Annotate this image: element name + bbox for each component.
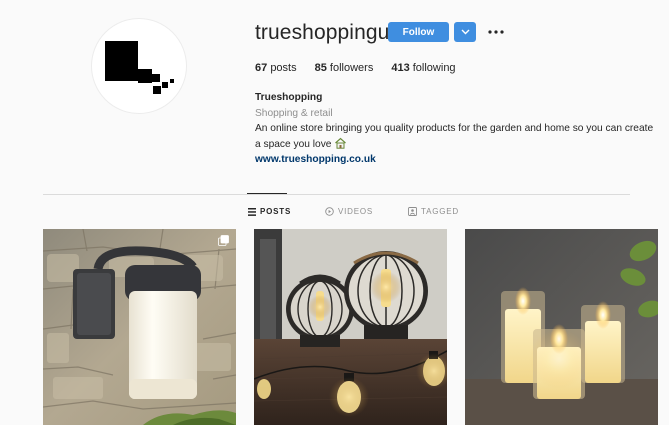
- tab-posts[interactable]: POSTS: [248, 207, 291, 216]
- post-thumbnail-lanterns[interactable]: [254, 229, 447, 425]
- suggested-dropdown-button[interactable]: [454, 22, 476, 42]
- posts-stat: 67 posts: [255, 62, 297, 74]
- profile-avatar[interactable]: [91, 18, 187, 114]
- posts-count: 67: [255, 62, 268, 74]
- house-icon: [335, 137, 347, 149]
- following-stat[interactable]: 413 following: [391, 62, 455, 74]
- profile-tabs: POSTS VIDEOS TAGGED: [0, 207, 669, 221]
- post-image: [465, 229, 658, 425]
- profile-stats: 67 posts 85 followers 413 following: [255, 62, 474, 74]
- multi-photo-icon: [218, 235, 229, 246]
- tab-posts-label: POSTS: [260, 207, 292, 216]
- profile-username: trueshoppinguk: [255, 21, 401, 44]
- tab-tagged-label: TAGGED: [421, 207, 459, 216]
- post-image: [43, 229, 236, 425]
- chevron-down-icon: [461, 29, 469, 35]
- followers-label: followers: [329, 62, 374, 74]
- bio-description-wrap: An online store bringing you quality pro…: [255, 121, 655, 152]
- following-count: 413: [391, 62, 410, 74]
- grid-icon: [248, 207, 256, 216]
- bio-name: Trueshopping: [255, 92, 323, 103]
- following-label: following: [412, 62, 456, 74]
- followers-count: 85: [314, 62, 327, 74]
- post-thumbnail-led-candles[interactable]: [465, 229, 658, 425]
- bio-description: An online store bringing you quality pro…: [255, 123, 654, 150]
- followers-stat[interactable]: 85 followers: [315, 62, 374, 74]
- active-tab-indicator: [247, 193, 287, 194]
- posts-label: posts: [270, 62, 297, 74]
- post-image: [254, 229, 447, 425]
- profile-bio: Trueshopping Shopping & retail An online…: [255, 90, 655, 168]
- bio-category: Shopping & retail: [255, 107, 333, 119]
- follow-button[interactable]: Follow: [388, 22, 449, 42]
- more-options-icon[interactable]: [486, 24, 506, 40]
- tab-videos-label: VIDEOS: [338, 207, 374, 216]
- tag-person-icon: [408, 207, 417, 216]
- bio-website-link[interactable]: www.trueshopping.co.uk: [255, 152, 655, 168]
- tab-videos[interactable]: VIDEOS: [325, 207, 373, 216]
- tab-tagged[interactable]: TAGGED: [408, 207, 459, 216]
- post-thumbnail-wall-lantern[interactable]: [43, 229, 236, 425]
- play-circle-icon: [325, 207, 334, 216]
- section-divider: [43, 194, 630, 195]
